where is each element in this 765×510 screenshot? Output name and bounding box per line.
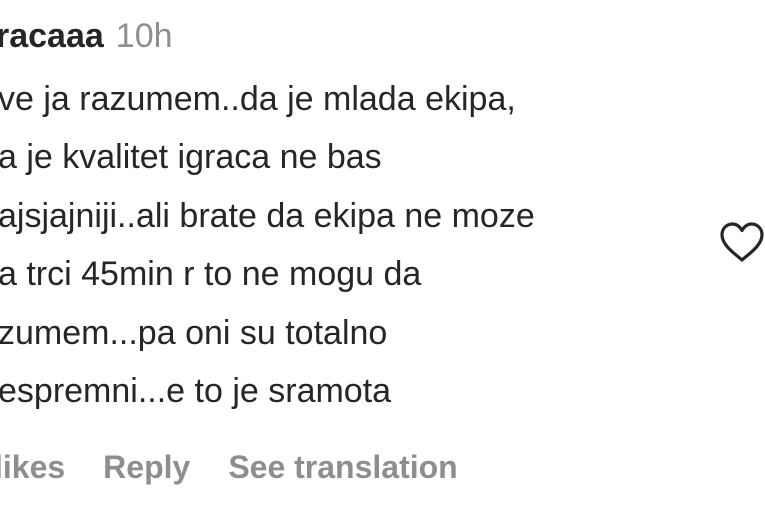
comment-line: ajsjajniji..ali brate da ekipa ne moze [0,196,535,235]
comment-line: ve ja razumem..da je mlada ekipa, [0,80,516,118]
heart-outline-icon[interactable] [718,220,765,264]
comment: racaaa 10h ve ja razumem..da je mlada eki… [0,0,765,510]
comment-username[interactable]: racaaa [0,17,104,55]
see-translation-button[interactable]: See translation [228,445,457,489]
likes-count-button[interactable]: likes [0,445,65,489]
comment-actions: likes Reply See translation [0,445,458,489]
comment-body: ve ja razumem..da je mlada ekipa, a je k… [0,70,535,420]
comment-line: a je kvalitet igraca ne bas [0,138,382,177]
reply-button[interactable]: Reply [103,445,190,489]
comment-line: zumem...pa oni su totalno [0,313,388,352]
comment-line: espremni...e to je sramota [0,372,392,411]
comment-line: a trci 45min r to ne mogu da [0,255,422,294]
comment-header: racaaa 10h [0,14,173,58]
comment-timestamp[interactable]: 10h [116,17,173,55]
